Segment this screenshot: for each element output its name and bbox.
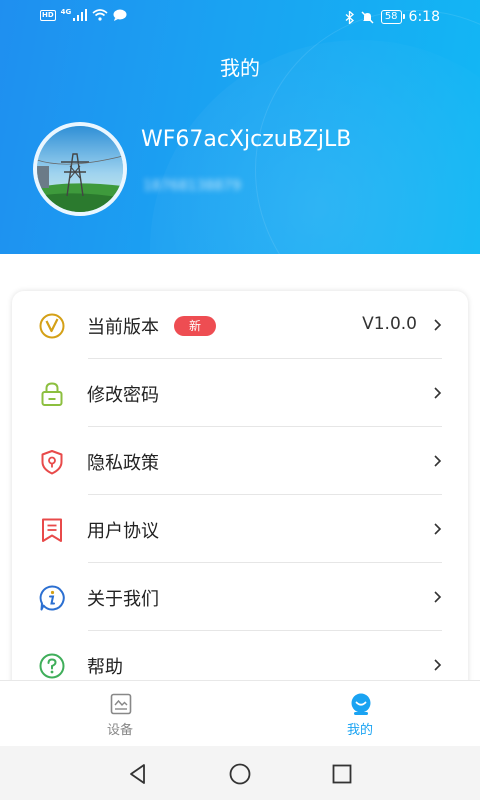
home-icon[interactable] xyxy=(228,762,252,786)
privacy-shield-icon xyxy=(41,450,63,475)
profile-header: HD 4G 58 6:18 我的 WF67acXjczuBZjLB 187681… xyxy=(0,0,480,254)
tab-label: 设备 xyxy=(106,723,133,738)
wifi-icon xyxy=(92,9,108,21)
menu-item-privacy-policy[interactable]: 隐私政策 xyxy=(12,427,468,495)
menu-item-version[interactable]: 当前版本 新 V1.0.0 xyxy=(12,291,468,359)
phone-number: 18768138879 xyxy=(143,178,241,194)
about-info-icon xyxy=(39,585,65,611)
chevron-right-icon xyxy=(434,387,442,399)
avatar[interactable] xyxy=(33,122,127,216)
page-title: 我的 xyxy=(220,56,260,80)
chevron-right-icon xyxy=(434,591,442,603)
menu-item-user-agreement[interactable]: 用户协议 xyxy=(12,495,468,563)
chevron-right-icon xyxy=(434,455,442,467)
new-badge: 新 xyxy=(174,316,216,336)
tab-label: 我的 xyxy=(346,723,373,738)
chevron-right-icon xyxy=(434,659,442,671)
settings-menu-card: 当前版本 新 V1.0.0 修改密码 隐私政策 用户协议 关于我们 帮助 xyxy=(12,291,468,711)
recents-icon[interactable] xyxy=(330,762,354,786)
bluetooth-icon xyxy=(345,10,354,24)
chevron-right-icon xyxy=(434,523,442,535)
tab-profile[interactable]: 我的 xyxy=(300,681,420,747)
clock: 6:18 xyxy=(408,9,440,25)
device-icon xyxy=(110,693,132,715)
tab-devices[interactable]: 设备 xyxy=(60,681,180,747)
menu-label: 帮助 xyxy=(87,657,123,678)
message-icon xyxy=(113,9,127,21)
version-icon xyxy=(39,313,65,339)
username: WF67acXjczuBZjLB xyxy=(141,127,352,152)
chevron-right-icon xyxy=(434,319,442,331)
menu-item-about-us[interactable]: 关于我们 xyxy=(12,563,468,631)
menu-label: 修改密码 xyxy=(87,385,159,406)
agreement-bookmark-icon xyxy=(42,518,62,542)
avatar-image xyxy=(37,126,123,212)
lock-icon xyxy=(41,382,63,406)
hd-badge: HD xyxy=(40,9,56,21)
version-value: V1.0.0 xyxy=(362,314,417,334)
mute-bell-icon xyxy=(361,11,374,23)
network-type: 4G xyxy=(60,8,72,16)
back-icon[interactable] xyxy=(126,762,150,786)
menu-label: 当前版本 xyxy=(87,317,159,338)
menu-label: 隐私政策 xyxy=(87,453,159,474)
menu-label: 用户协议 xyxy=(87,521,159,542)
bottom-tab-bar: 设备 我的 xyxy=(0,680,480,746)
help-question-icon xyxy=(39,653,65,679)
signal-icon xyxy=(73,9,88,21)
status-bar: HD 4G 58 6:18 xyxy=(0,0,480,36)
profile-icon xyxy=(351,693,371,715)
battery-indicator: 58 xyxy=(380,10,405,24)
menu-item-change-password[interactable]: 修改密码 xyxy=(12,359,468,427)
system-navigation-bar xyxy=(0,746,480,800)
menu-label: 关于我们 xyxy=(87,589,159,610)
